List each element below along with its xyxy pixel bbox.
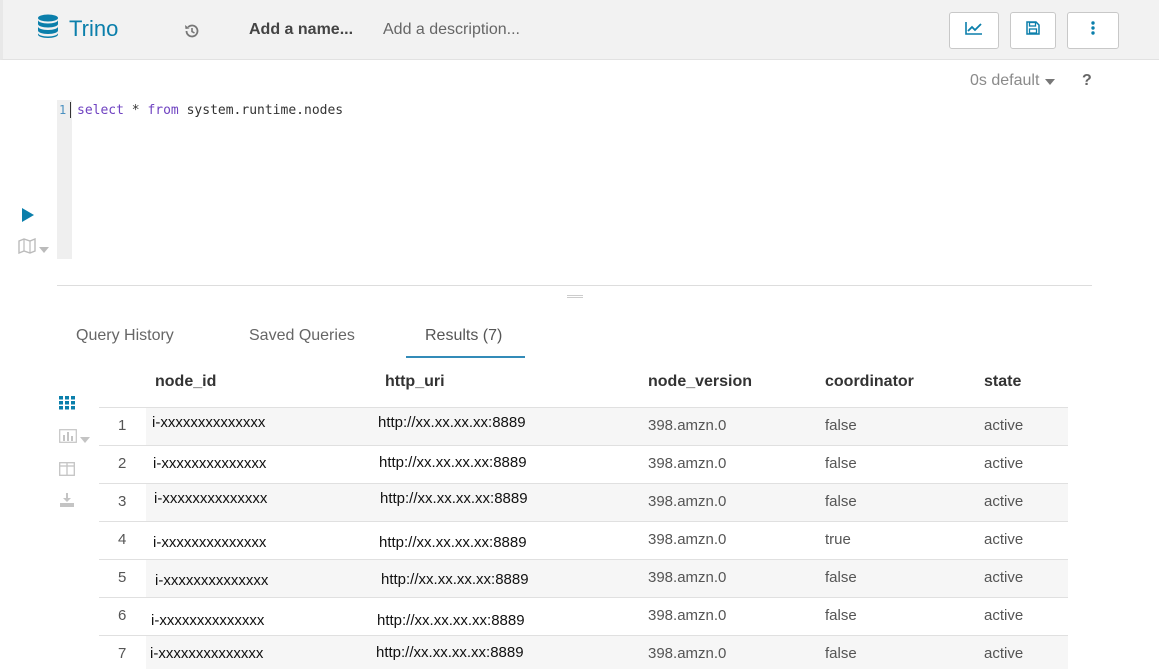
column-header-node-version[interactable]: node_version [648, 373, 752, 391]
cell-node-id: i-xxxxxxxxxxxxxx [154, 490, 268, 507]
cell-node-id: i-xxxxxxxxxxxxxx [153, 455, 267, 472]
table-row[interactable]: 3 i-xxxxxxxxxxxxxx http://xx.xx.xx.xx:88… [99, 483, 1068, 521]
cell-coordinator: false [825, 455, 857, 472]
column-header-node-id[interactable]: node_id [155, 373, 216, 391]
table-row[interactable]: 2 i-xxxxxxxxxxxxxx http://xx.xx.xx.xx:88… [99, 445, 1068, 483]
sql-keyword-from: from [147, 103, 179, 118]
execution-info-label: 0s default [970, 72, 1040, 89]
cell-node-version: 398.amzn.0 [648, 417, 727, 434]
row-number: 2 [118, 455, 127, 472]
history-icon[interactable] [183, 22, 201, 40]
table-row[interactable]: 7 i-xxxxxxxxxxxxxx http://xx.xx.xx.xx:88… [99, 635, 1068, 669]
cell-http-uri: http://xx.xx.xx.xx:8889 [379, 534, 527, 551]
save-button[interactable] [1010, 12, 1056, 49]
database-icon [37, 14, 59, 43]
cell-node-version: 398.amzn.0 [648, 455, 727, 472]
sql-star: * [123, 103, 148, 118]
cell-coordinator: true [825, 531, 851, 548]
sql-keyword-select: select [77, 103, 124, 118]
cell-state: active [984, 645, 1024, 662]
row-number: 4 [118, 531, 127, 548]
more-options-button[interactable] [1067, 12, 1119, 49]
text-cursor [70, 102, 71, 118]
cell-http-uri: http://xx.xx.xx.xx:8889 [380, 490, 528, 507]
cell-http-uri: http://xx.xx.xx.xx:8889 [376, 644, 524, 661]
app-logo[interactable]: Trino [37, 14, 118, 43]
cell-http-uri: http://xx.xx.xx.xx:8889 [377, 612, 525, 629]
table-row[interactable]: 5 i-xxxxxxxxxxxxxx http://xx.xx.xx.xx:88… [99, 559, 1068, 597]
cell-state: active [984, 531, 1024, 548]
cell-node-id: i-xxxxxxxxxxxxxx [155, 572, 269, 589]
grid-icon[interactable] [59, 396, 75, 415]
cell-node-version: 398.amzn.0 [648, 531, 727, 548]
cell-http-uri: http://xx.xx.xx.xx:8889 [381, 571, 529, 588]
save-icon [1026, 21, 1040, 40]
query-name-field[interactable]: Add a name... [249, 21, 353, 39]
cell-node-version: 398.amzn.0 [648, 645, 727, 662]
editor-divider [57, 285, 1092, 286]
help-button[interactable]: ? [1082, 72, 1092, 90]
download-icon[interactable] [59, 492, 75, 513]
cell-coordinator: false [825, 493, 857, 510]
cell-node-id: i-xxxxxxxxxxxxxx [151, 612, 265, 629]
table-row[interactable]: 6 i-xxxxxxxxxxxxxx http://xx.xx.xx.xx:88… [99, 597, 1068, 635]
column-header-coordinator[interactable]: coordinator [825, 373, 914, 391]
column-header-state[interactable]: state [984, 373, 1021, 391]
cell-node-id: i-xxxxxxxxxxxxxx [152, 414, 266, 431]
cell-coordinator: false [825, 417, 857, 434]
cell-node-id: i-xxxxxxxxxxxxxx [153, 534, 267, 551]
caret-down-icon [39, 246, 49, 253]
cell-coordinator: false [825, 569, 857, 586]
cell-node-version: 398.amzn.0 [648, 607, 727, 624]
bar-chart-dropdown[interactable] [59, 429, 90, 448]
table-row[interactable]: 4 i-xxxxxxxxxxxxxx http://xx.xx.xx.xx:88… [99, 521, 1068, 559]
map-dropdown[interactable] [18, 237, 49, 259]
columns-icon[interactable] [59, 462, 75, 481]
tab-query-history[interactable]: Query History [76, 327, 174, 345]
cell-node-version: 398.amzn.0 [648, 493, 727, 510]
line-number: 1 [59, 103, 67, 117]
cell-state: active [984, 417, 1024, 434]
sql-table: system.runtime.nodes [178, 103, 344, 118]
caret-down-icon [80, 436, 90, 443]
cell-state: active [984, 493, 1024, 510]
top-bar: Trino Add a name... Add a description... [0, 0, 1159, 60]
row-number: 3 [118, 493, 127, 510]
cell-node-id: i-xxxxxxxxxxxxxx [150, 645, 264, 662]
cell-http-uri: http://xx.xx.xx.xx:8889 [378, 414, 526, 431]
cell-coordinator: false [825, 607, 857, 624]
row-number: 5 [118, 569, 127, 586]
cell-state: active [984, 607, 1024, 624]
column-header-http-uri[interactable]: http_uri [385, 373, 445, 391]
cell-node-version: 398.amzn.0 [648, 569, 727, 586]
cell-coordinator: false [825, 645, 857, 662]
editor-gutter [57, 100, 72, 259]
app-name: Trino [69, 15, 119, 41]
cell-state: active [984, 569, 1024, 586]
cell-state: active [984, 455, 1024, 472]
chart-button[interactable] [949, 12, 999, 49]
line-chart-icon [965, 21, 983, 40]
active-tab-indicator [406, 356, 525, 358]
sql-editor[interactable]: select * from system.runtime.nodes [77, 103, 343, 118]
more-vertical-icon [1091, 21, 1095, 40]
query-description-field[interactable]: Add a description... [383, 21, 520, 39]
caret-down-icon [1045, 79, 1056, 85]
cell-http-uri: http://xx.xx.xx.xx:8889 [379, 454, 527, 471]
row-number: 7 [118, 645, 127, 662]
map-icon [18, 237, 36, 259]
row-number: 1 [118, 417, 127, 434]
resize-handle[interactable] [567, 295, 583, 298]
row-number: 6 [118, 607, 127, 624]
tab-saved-queries[interactable]: Saved Queries [249, 327, 355, 345]
table-row[interactable]: 1 i-xxxxxxxxxxxxxx http://xx.xx.xx.xx:88… [99, 407, 1068, 445]
tab-results[interactable]: Results (7) [425, 327, 502, 345]
play-icon[interactable] [22, 208, 34, 222]
execution-info-dropdown[interactable]: 0s default [970, 72, 1056, 90]
bar-chart-icon [59, 429, 77, 448]
